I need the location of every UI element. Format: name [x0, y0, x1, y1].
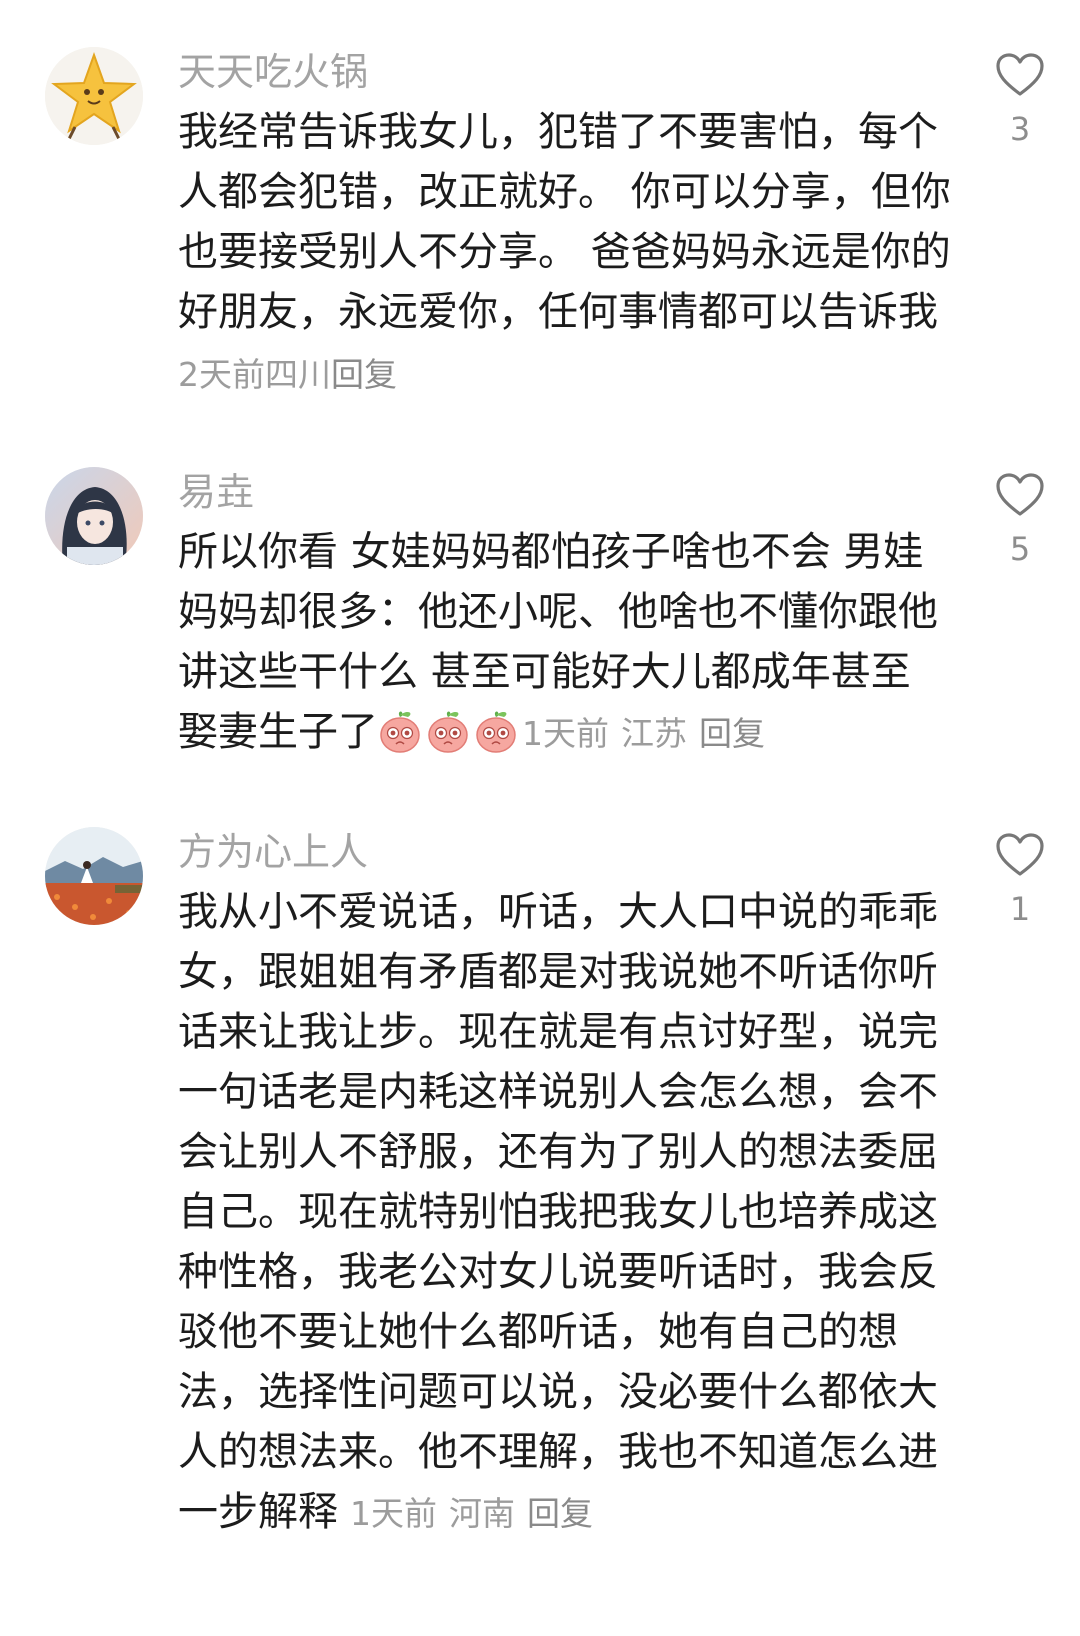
comment-time: 1天前: [522, 714, 609, 753]
comment-text-line: 讲这些干什么 甚至可能好大儿都成年甚至: [178, 649, 911, 695]
comment-time: 2天前: [178, 355, 265, 394]
like-button[interactable]: 3: [990, 53, 1050, 149]
comment-text: 我从小不爱说话，听话，大人口中说的乖乖 女，跟姐姐有矛盾都是对我说她不听话你听 …: [178, 882, 938, 1542]
like-button[interactable]: 1: [990, 833, 1050, 929]
comment-username[interactable]: 天天吃火锅: [178, 47, 368, 97]
heart-outline-icon: [996, 473, 1044, 516]
comment-text-line: 女，跟姐姐有矛盾都是对我说她不听话你听: [178, 949, 938, 995]
reply-button[interactable]: 回复: [527, 1494, 593, 1533]
comment-text-line: 话来让我让步。现在就是有点讨好型，说完: [178, 1009, 938, 1055]
comment-text-line: 人的想法来。他不理解，我也不知道怎么进: [178, 1429, 938, 1475]
reply-button[interactable]: 回复: [331, 355, 397, 394]
avatar[interactable]: [45, 47, 143, 145]
comment-text-line: 也要接受别人不分享。 爸爸妈妈永远是你的: [178, 229, 951, 275]
peach-face-emoji-icon: [428, 711, 468, 753]
comment-text-line: 我从小不爱说话，听话，大人口中说的乖乖: [178, 889, 938, 935]
comment-text-line: 驳他不要让她什么都听话，她有自己的想: [178, 1309, 898, 1355]
comment-text-segment: 娶妻生子了: [178, 709, 378, 755]
heart-outline-icon: [996, 53, 1044, 96]
comment-text-line: 种性格，我老公对女儿说要听话时，我会反: [178, 1249, 938, 1295]
comment-text-line: 一句话老是内耗这样说别人会怎么想，会不: [178, 1069, 938, 1115]
emoji-group: [378, 709, 522, 755]
reply-button[interactable]: 回复: [699, 714, 765, 753]
like-count: 1: [1009, 890, 1031, 928]
comment-text-line: 自己。现在就特别怕我把我女儿也培养成这: [178, 1189, 938, 1235]
avatar[interactable]: [45, 827, 143, 925]
anime-girl-icon: [45, 467, 143, 565]
comment-text: 我经常告诉我女儿，犯错了不要害怕，每个 人都会犯错，改正就好。 你可以分享，但你…: [178, 102, 951, 342]
comment-time: 1天前: [350, 1494, 437, 1533]
comment-text-line: 所以你看 女娃妈妈都怕孩子啥也不会 男娃: [178, 529, 924, 575]
like-button[interactable]: 5: [990, 473, 1050, 569]
comment-username[interactable]: 易垚: [178, 467, 254, 517]
comment-meta: 1天前 江苏 回复: [522, 714, 765, 753]
like-count: 3: [1009, 110, 1031, 148]
avatar[interactable]: [45, 467, 143, 565]
like-count: 5: [1009, 530, 1031, 568]
comment-username[interactable]: 方为心上人: [178, 827, 368, 877]
comment-text-line: 人都会犯错，改正就好。 你可以分享，但你: [178, 169, 951, 215]
star-character-icon: [45, 47, 143, 145]
comment-text-line: 法，选择性问题可以说，没必要什么都依大: [178, 1369, 938, 1415]
comment-text-line-last: 娶妻生子了 1天前 江苏 回复: [178, 702, 938, 762]
peach-face-emoji-icon: [380, 711, 420, 753]
flower-field-photo-icon: [45, 827, 143, 925]
comment-text-line: 好朋友，永远爱你，任何事情都可以告诉我: [178, 289, 938, 335]
comment-text-line-last: 一步解释 1天前 河南 回复: [178, 1482, 938, 1542]
comment-meta: 2天前四川回复: [178, 350, 397, 400]
comment-text-line: 我经常告诉我女儿，犯错了不要害怕，每个: [178, 109, 938, 155]
heart-outline-icon: [996, 833, 1044, 876]
comment-meta: 1天前 河南 回复: [350, 1494, 593, 1533]
comment-text-line: 会让别人不舒服，还有为了别人的想法委屈: [178, 1129, 938, 1175]
comment-location: 河南: [449, 1494, 515, 1533]
comment-text: 所以你看 女娃妈妈都怕孩子啥也不会 男娃 妈妈却很多：他还小呢、他啥也不懂你跟他…: [178, 522, 938, 762]
comment-location: 四川: [265, 355, 331, 394]
comment-location: 江苏: [621, 714, 687, 753]
peach-face-emoji-icon: [476, 711, 516, 753]
comment-text-segment: 一步解释: [178, 1489, 338, 1535]
comment-text-line: 妈妈却很多：他还小呢、他啥也不懂你跟他: [178, 589, 938, 635]
